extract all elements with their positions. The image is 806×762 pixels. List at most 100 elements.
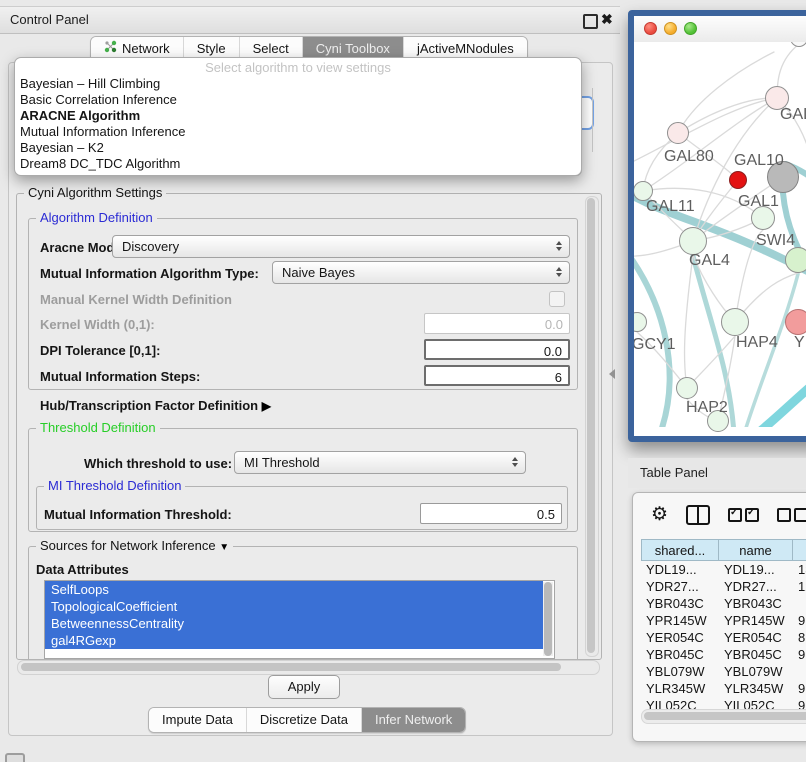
aracne-mode-combo[interactable]: Discovery bbox=[112, 235, 570, 258]
mi-steps-field[interactable]: 6 bbox=[424, 365, 570, 386]
table-cell: 12 bbox=[793, 578, 806, 595]
sources-group-title[interactable]: Sources for Network Inference ▼ bbox=[36, 539, 233, 555]
table-panel-title: Table Panel bbox=[640, 465, 708, 480]
table-toolbar: ⚙ bbox=[651, 503, 806, 527]
close-traffic-light-icon[interactable] bbox=[644, 22, 657, 35]
close-icon[interactable]: ✖ bbox=[601, 11, 613, 28]
attribute-item[interactable]: gal4RGexp bbox=[45, 632, 543, 649]
table-row[interactable]: YPR145WYPR145W9. bbox=[641, 612, 806, 629]
attribute-item[interactable]: TopologicalCoefficient bbox=[45, 598, 543, 615]
algorithm-option-dream8-dc-tdc-algorithm[interactable]: Dream8 DC_TDC Algorithm bbox=[15, 156, 581, 172]
node-label-gcy1: GCY1 bbox=[634, 336, 676, 354]
algorithm-option-mutual-information-inference[interactable]: Mutual Information Inference bbox=[15, 124, 581, 140]
apply-button[interactable]: Apply bbox=[268, 675, 340, 699]
network-canvas[interactable]: GALGAL80GAL10GAL11GAL1SWI4GAL4GCY1HAP4YH… bbox=[634, 42, 806, 436]
minimize-traffic-light-icon[interactable] bbox=[664, 22, 677, 35]
table-row[interactable]: YBR043CYBR043C bbox=[641, 595, 806, 612]
table-row[interactable]: YLR345WYLR345W9. bbox=[641, 680, 806, 697]
table-cell: YPR145W bbox=[719, 612, 793, 629]
attributes-scrollbar[interactable] bbox=[543, 582, 553, 656]
maximize-traffic-light-icon[interactable] bbox=[684, 22, 697, 35]
column-header-name[interactable]: name bbox=[719, 539, 793, 561]
table-cell: YBR045C bbox=[641, 646, 719, 663]
table-horizontal-scrollbar[interactable] bbox=[641, 709, 806, 724]
which-threshold-value: MI Threshold bbox=[244, 455, 320, 470]
tab-label: Discretize Data bbox=[260, 708, 348, 732]
table-header-row: shared...nameA bbox=[641, 539, 806, 561]
table-row[interactable]: YDR27...YDR27...12 bbox=[641, 578, 806, 595]
settings-vertical-scrollbar[interactable] bbox=[585, 196, 599, 657]
mi-threshold-field[interactable]: 0.5 bbox=[420, 503, 562, 524]
spinner-arrows-icon bbox=[554, 267, 563, 277]
algorithm-option-basic-correlation-inference[interactable]: Basic Correlation Inference bbox=[15, 92, 581, 108]
deselect-all-checkboxes-icon[interactable] bbox=[777, 508, 806, 522]
chevron-down-icon: ▼ bbox=[219, 542, 229, 553]
data-attributes-list: SelfLoopsTopologicalCoefficientBetweenne… bbox=[44, 580, 555, 659]
table-cell: YLR345W bbox=[719, 680, 793, 697]
node-gal10-red[interactable] bbox=[729, 171, 747, 189]
manual-kernel-width-label: Manual Kernel Width Definition bbox=[40, 292, 232, 307]
columns-icon[interactable] bbox=[686, 505, 710, 525]
float-window-icon[interactable] bbox=[583, 14, 598, 29]
which-threshold-label: Which threshold to use: bbox=[84, 456, 232, 471]
manual-kernel-width-checkbox[interactable] bbox=[549, 291, 565, 307]
column-header-a[interactable]: A bbox=[793, 539, 806, 561]
mi-threshold-group-title: MI Threshold Definition bbox=[44, 479, 185, 493]
table-cell: YBR043C bbox=[641, 595, 719, 612]
node-hap4[interactable] bbox=[721, 308, 749, 336]
column-header-shared[interactable]: shared... bbox=[641, 539, 719, 561]
node-right-green[interactable] bbox=[785, 247, 806, 273]
tab-impute-data[interactable]: Impute Data bbox=[149, 708, 247, 732]
hub-definition-label: Hub/Transcription Factor Definition bbox=[40, 398, 258, 413]
algorithm-dropdown-list: Select algorithm to view settings Bayesi… bbox=[14, 57, 582, 176]
tab-label: Impute Data bbox=[162, 708, 233, 732]
network-view-window: GALGAL80GAL10GAL11GAL1SWI4GAL4GCY1HAP4YH… bbox=[628, 10, 806, 442]
algorithm-dropdown-placeholder: Select algorithm to view settings bbox=[15, 58, 581, 76]
select-all-checkboxes-icon[interactable] bbox=[728, 508, 759, 522]
page-title: Control Panel bbox=[10, 12, 89, 27]
control-panel-titlebar: Control Panel ✖ bbox=[0, 6, 620, 34]
dpi-tolerance-field[interactable]: 0.0 bbox=[424, 339, 570, 360]
mi-algorithm-type-value: Naive Bayes bbox=[282, 265, 355, 280]
bottom-mini-button[interactable] bbox=[5, 753, 25, 762]
node-label-gal4: GAL4 bbox=[689, 252, 730, 270]
threshold-definition-title: Threshold Definition bbox=[36, 421, 160, 435]
node-salmon[interactable] bbox=[785, 309, 806, 335]
table-cell: 9. bbox=[793, 646, 806, 663]
tab-infer-network[interactable]: Infer Network bbox=[362, 708, 465, 732]
table-row[interactable]: YDL19...YDL19...13 bbox=[641, 561, 806, 578]
table-row[interactable]: YBL079WYBL079W bbox=[641, 663, 806, 680]
chevron-right-icon: ▶ bbox=[262, 399, 271, 413]
table-cell: YBL079W bbox=[719, 663, 793, 680]
node-label-hap2: HAP2 bbox=[686, 399, 728, 417]
settings-horizontal-scrollbar[interactable] bbox=[17, 660, 600, 675]
table-cell: YBR045C bbox=[719, 646, 793, 663]
algorithm-definition-title: Algorithm Definition bbox=[36, 211, 157, 225]
table-row[interactable]: YBR045CYBR045C9. bbox=[641, 646, 806, 663]
node-label-gal11: GAL11 bbox=[646, 198, 695, 216]
table-panel-header: Table Panel bbox=[628, 458, 806, 488]
mi-algorithm-type-combo[interactable]: Naive Bayes bbox=[272, 261, 570, 284]
network-window-titlebar[interactable] bbox=[634, 16, 806, 43]
split-collapse-handle[interactable] bbox=[609, 369, 615, 379]
node-hap2[interactable] bbox=[676, 377, 698, 399]
node-gal4[interactable] bbox=[679, 227, 707, 255]
attribute-item[interactable]: SelfLoops bbox=[45, 581, 543, 598]
table-row[interactable]: YER054CYER054C8. bbox=[641, 629, 806, 646]
attribute-item[interactable]: BetweennessCentrality bbox=[45, 615, 543, 632]
table-cell bbox=[793, 595, 806, 612]
node-gal80[interactable] bbox=[667, 122, 689, 144]
which-threshold-combo[interactable]: MI Threshold bbox=[234, 451, 526, 474]
gear-icon[interactable]: ⚙ bbox=[651, 503, 668, 527]
hub-definition-toggle[interactable]: Hub/Transcription Factor Definition ▶ bbox=[40, 398, 271, 413]
table-cell: YLR345W bbox=[641, 680, 719, 697]
algorithm-option-aracne-algorithm[interactable]: ARACNE Algorithm bbox=[15, 108, 581, 124]
algorithm-option-bayesian-k2[interactable]: Bayesian – K2 bbox=[15, 140, 581, 156]
kernel-width-field[interactable]: 0.0 bbox=[424, 313, 570, 334]
algorithm-option-bayesian-hill-climbing[interactable]: Bayesian – Hill Climbing bbox=[15, 76, 581, 92]
node-label-hap4: HAP4 bbox=[736, 334, 778, 352]
tab-label: Infer Network bbox=[375, 708, 452, 732]
tab-discretize-data[interactable]: Discretize Data bbox=[247, 708, 362, 732]
app-root: Control Panel ✖ NetworkStyleSelectCyni T… bbox=[0, 0, 806, 762]
sources-title-text: Sources for Network Inference bbox=[40, 538, 216, 553]
